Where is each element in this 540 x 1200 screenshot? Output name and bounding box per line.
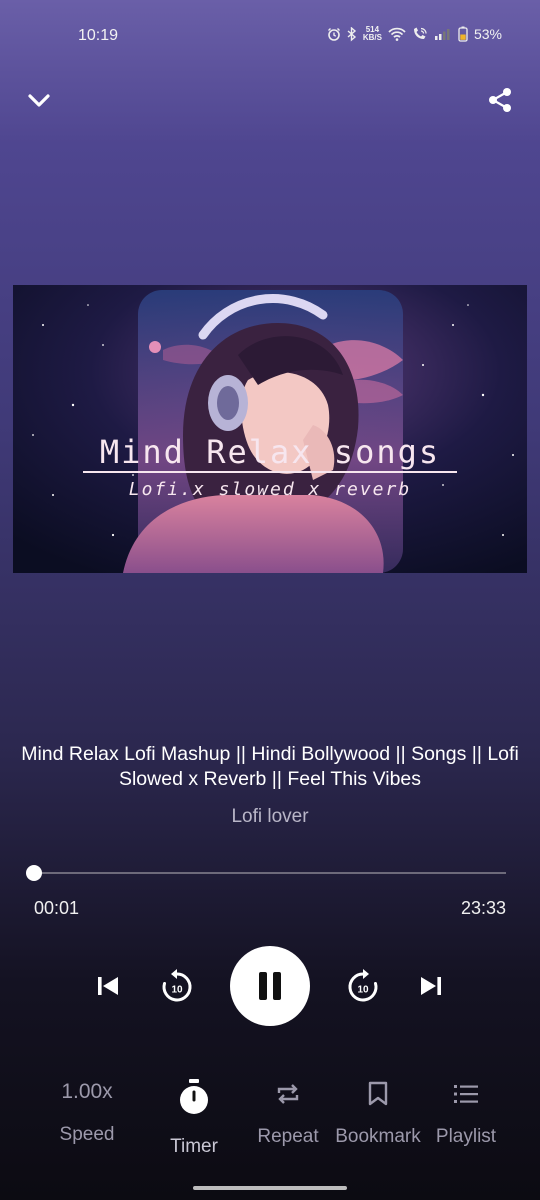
wifi-icon — [388, 27, 406, 41]
battery-icon — [458, 26, 468, 42]
net-speed: 514 KB/S — [362, 25, 382, 42]
artwork-title-text: Mind Relax songs — [100, 433, 440, 471]
timer-icon — [180, 1079, 208, 1114]
bookmark-label: Bookmark — [335, 1126, 421, 1147]
share-button[interactable] — [478, 78, 522, 122]
album-artwork: Mind Relax songs Lofi.x slowed x reverb — [13, 285, 527, 573]
current-time: 00:01 — [34, 898, 80, 918]
signal-icon — [434, 28, 452, 40]
bookmark-icon — [368, 1081, 388, 1106]
repeat-icon — [277, 1084, 299, 1104]
bluetooth-icon — [347, 26, 357, 42]
rewind-10-button[interactable]: 10 — [154, 962, 200, 1010]
speed-value: 1.00x — [61, 1080, 113, 1103]
forward-10-icon: 10 — [348, 969, 378, 1002]
timer-option[interactable]: Timer — [154, 1078, 234, 1158]
forward-10-button[interactable]: 10 — [340, 962, 386, 1010]
playlist-label: Playlist — [435, 1126, 497, 1147]
replay-10-icon: 10 — [162, 969, 192, 1002]
seek-thumb[interactable] — [26, 865, 43, 881]
collapse-button[interactable] — [17, 78, 61, 122]
status-time: 10:19 — [78, 27, 119, 44]
home-indicator[interactable] — [193, 1186, 347, 1190]
speed-label: Speed — [59, 1124, 115, 1145]
status-icons: 514 KB/S 53% — [327, 26, 502, 42]
bookmark-option[interactable]: Bookmark — [330, 1080, 426, 1148]
artwork-subtitle-text: Lofi.x slowed x reverb — [129, 479, 411, 500]
play-pause-button[interactable] — [230, 946, 310, 1026]
skip-previous-icon — [98, 977, 118, 995]
battery-percent: 53% — [473, 26, 502, 42]
speed-option[interactable]: 1.00x Speed — [42, 1080, 132, 1146]
next-button[interactable] — [411, 962, 451, 1010]
forward-seconds: 10 — [357, 985, 369, 996]
alarm-icon — [327, 27, 341, 41]
playlist-icon — [454, 1085, 478, 1103]
skip-next-icon — [421, 977, 441, 995]
playlist-option[interactable]: Playlist — [430, 1080, 502, 1148]
chevron-down-icon — [28, 94, 50, 107]
track-artist: Lofi lover — [231, 806, 309, 827]
rewind-seconds: 10 — [171, 985, 183, 996]
pause-icon — [259, 972, 281, 1000]
repeat-label: Repeat — [257, 1126, 319, 1147]
track-title: Mind Relax Lofi Mashup || Hindi Bollywoo… — [21, 743, 519, 790]
share-icon — [489, 88, 511, 112]
seek-bar[interactable] — [26, 865, 506, 881]
wifi-calling-icon — [412, 27, 428, 41]
repeat-option[interactable]: Repeat — [252, 1080, 324, 1148]
total-time: 23:33 — [460, 898, 506, 918]
timer-label: Timer — [170, 1136, 218, 1157]
status-bar: 10:19 514 KB/S 53% — [0, 0, 540, 72]
previous-button[interactable] — [88, 962, 128, 1010]
